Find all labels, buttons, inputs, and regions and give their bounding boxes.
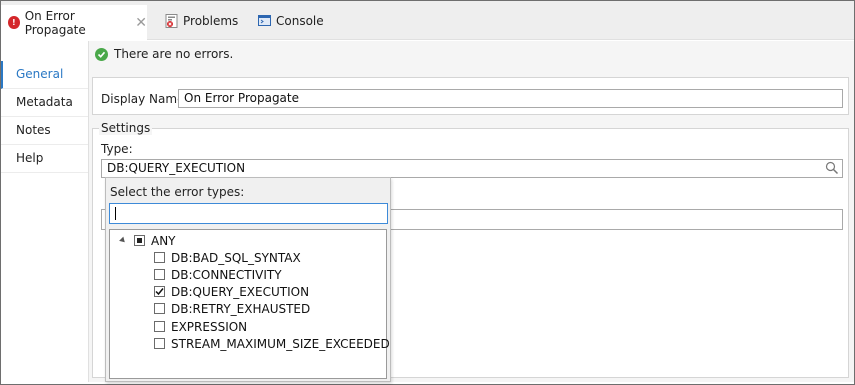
checkbox-stream-maximum-size-exceeded[interactable] [154, 338, 165, 349]
editor-window: ! On Error Propagate ✕ Problems Console … [0, 0, 855, 385]
error-type-tree: ANY DB:BAD_SQL_SYNTAX DB:CONNECTIVITY DB… [109, 229, 390, 379]
tree-row-child[interactable]: DB:RETRY_EXHAUSTED [154, 300, 310, 317]
text-caret [115, 207, 116, 220]
settings-legend: Settings [99, 121, 153, 135]
tab-problems[interactable]: Problems [165, 4, 238, 37]
expand-arrow-icon[interactable] [119, 236, 127, 245]
tree-row-child[interactable]: DB:CONNECTIVITY [154, 266, 282, 283]
checkbox-query-execution[interactable] [154, 286, 165, 297]
type-value: DB:QUERY_EXECUTION [107, 161, 246, 175]
sidebar-item-notes[interactable]: Notes [1, 117, 88, 145]
tree-row-any[interactable]: ANY [119, 232, 176, 249]
tree-row-child[interactable]: DB:BAD_SQL_SYNTAX [154, 249, 301, 266]
tab-bar: ! On Error Propagate ✕ Problems Console [1, 1, 854, 40]
tab-label: Problems [183, 13, 239, 28]
tree-item-label: EXPRESSION [171, 319, 248, 334]
status-text: There are no errors. [114, 47, 234, 61]
properties-sidebar: General Metadata Notes Help [1, 41, 89, 382]
tree-item-label: DB:QUERY_EXECUTION [171, 284, 310, 299]
tab-label: On Error Propagate [24, 8, 86, 37]
checkbox-any[interactable] [134, 235, 145, 246]
check-circle-icon [95, 47, 108, 61]
popup-title: Select the error types: [110, 185, 245, 199]
tree-row-child[interactable]: DB:QUERY_EXECUTION [154, 283, 309, 300]
tree-item-label: DB:RETRY_EXHAUSTED [171, 301, 311, 316]
checkmark-icon [155, 288, 164, 296]
tree-item-label: ANY [151, 233, 176, 248]
tab-on-error-propagate[interactable]: ! On Error Propagate ✕ [1, 5, 147, 40]
tree-item-label: DB:CONNECTIVITY [171, 267, 282, 282]
error-type-filter-input[interactable] [109, 203, 388, 224]
tree-item-label: STREAM_MAXIMUM_SIZE_EXCEEDED [171, 336, 390, 351]
tab-label: Console [276, 13, 324, 28]
tree-row-child[interactable]: EXPRESSION [154, 318, 247, 335]
display-name-group: Display Name: On Error Propagate [92, 77, 849, 115]
sidebar-item-label: Notes [16, 123, 51, 137]
checkbox-retry-exhausted[interactable] [154, 303, 165, 314]
checkbox-connectivity[interactable] [154, 269, 165, 280]
sidebar-item-label: Metadata [16, 95, 73, 109]
console-icon [258, 15, 271, 26]
sidebar-item-general[interactable]: General [1, 61, 88, 89]
type-input[interactable]: DB:QUERY_EXECUTION [101, 159, 843, 178]
validation-status: There are no errors. [95, 47, 233, 61]
checkbox-expression[interactable] [154, 321, 165, 332]
error-types-popup: Select the error types: ANY DB:BAD_SQL_S… [105, 177, 391, 382]
display-name-input[interactable]: On Error Propagate [178, 89, 843, 108]
close-icon[interactable]: ✕ [135, 15, 147, 31]
sidebar-item-label: Help [16, 151, 44, 165]
problems-icon [165, 13, 178, 28]
sidebar-item-metadata[interactable]: Metadata [1, 89, 88, 117]
type-label: Type: [101, 142, 133, 156]
flow-error-icon: ! [8, 16, 20, 29]
tree-item-label: DB:BAD_SQL_SYNTAX [171, 250, 301, 265]
tab-console[interactable]: Console [258, 4, 324, 37]
search-icon[interactable] [825, 161, 839, 180]
sidebar-item-help[interactable]: Help [1, 145, 88, 173]
display-name-label: Display Name: [101, 92, 189, 106]
tree-row-child[interactable]: STREAM_MAXIMUM_SIZE_EXCEEDED [154, 335, 390, 352]
sidebar-item-label: General [16, 67, 64, 81]
checkbox-bad-sql-syntax[interactable] [154, 252, 165, 263]
